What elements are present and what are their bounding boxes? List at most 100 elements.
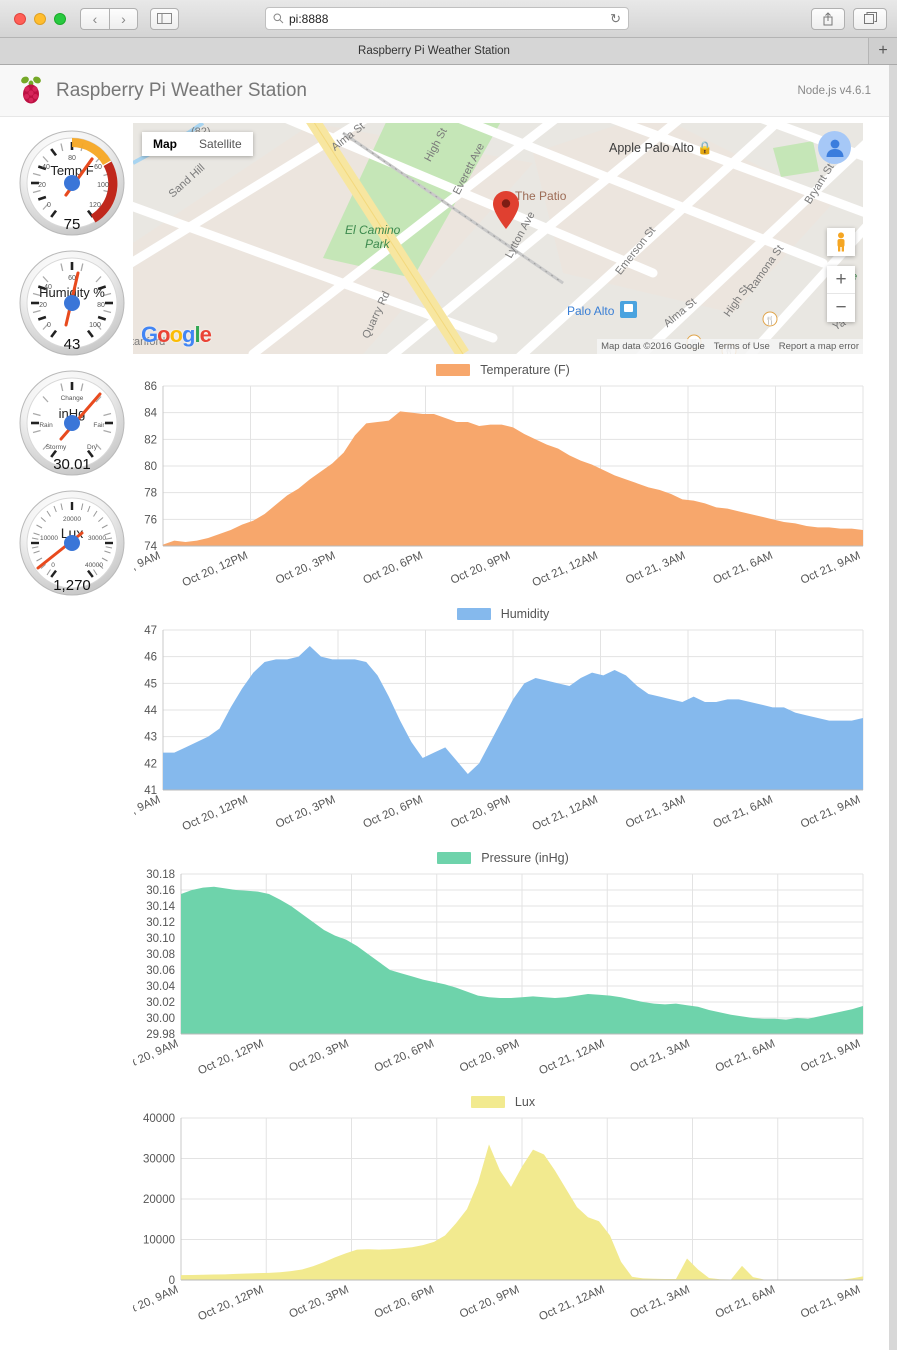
chevron-left-icon: ‹	[92, 10, 98, 27]
back-button[interactable]: ‹	[80, 7, 109, 30]
svg-text:Oct 20, 9PM: Oct 20, 9PM	[458, 1284, 521, 1321]
chart-canvas-humidity[interactable]: 41424344454647Oct 20, 9AMOct 20, 12PMOct…	[133, 624, 873, 848]
legend-label-lux: Lux	[514, 1095, 536, 1109]
svg-text:42: 42	[144, 758, 157, 770]
svg-text:44: 44	[144, 705, 157, 717]
chart-canvas-lux[interactable]: 010000200003000040000Oct 20, 9AM Oct 20, …	[133, 1112, 873, 1338]
tab-title: Raspberry Pi Weather Station	[358, 45, 510, 57]
address-bar[interactable]: pi:8888 ↻	[265, 7, 629, 30]
legend-temperature: Temperature (F)	[133, 360, 873, 380]
close-window-button[interactable]	[14, 12, 26, 25]
gauge-tick-80: 80	[68, 155, 76, 162]
svg-text:Oct 20, 9AM: Oct 20, 9AM	[133, 1284, 180, 1321]
svg-text:Oct 21, 6AM: Oct 21, 6AM	[714, 1284, 777, 1321]
zoom-out-button[interactable]: −	[827, 294, 855, 322]
gauge-column: 80 40 20 0 60 100 120 Temp F 75 60 40 20…	[16, 125, 134, 605]
terms-of-use-link[interactable]: Terms of Use	[714, 341, 770, 352]
maximize-window-button[interactable]	[54, 12, 66, 25]
gauge-tick-100: 100	[89, 322, 101, 329]
svg-text:Oct 20, 6PM: Oct 20, 6PM	[361, 550, 424, 587]
app-navbar: Raspberry Pi Weather Station Node.js v4.…	[0, 65, 889, 117]
map-data-credit: Map data ©2016 Google	[601, 341, 705, 352]
page-viewport: Raspberry Pi Weather Station Node.js v4.…	[0, 65, 897, 1350]
svg-text:80: 80	[144, 461, 157, 473]
share-icon	[823, 11, 833, 25]
svg-text:Oct 20, 6PM: Oct 20, 6PM	[373, 1038, 436, 1075]
svg-text:Oct 21, 3AM: Oct 21, 3AM	[624, 794, 687, 831]
svg-text:Oct 21, 12AM: Oct 21, 12AM	[537, 1038, 606, 1078]
map-type-switcher[interactable]: Map Satellite	[142, 132, 253, 156]
gauge-tick-0: 0	[47, 202, 51, 209]
search-icon	[273, 13, 284, 24]
svg-text:🍴: 🍴	[765, 315, 775, 325]
google-map[interactable]: 🍴 🍴 🍴 (82) Sand Hill Alma St	[133, 123, 863, 354]
svg-text:Oct 21, 6AM: Oct 21, 6AM	[711, 550, 774, 587]
svg-text:Oct 20, 12PM: Oct 20, 12PM	[196, 1284, 265, 1324]
sidebar-icon	[157, 13, 172, 24]
svg-text:40000: 40000	[143, 1113, 175, 1125]
browser-window: ‹ › pi:8888 ↻ Raspberry Pi Weather Stati…	[0, 0, 897, 1350]
street-view-pegman-button[interactable]	[827, 228, 855, 256]
gauge-tick-stormy: Stormy	[46, 444, 67, 451]
svg-text:Oct 20, 12PM: Oct 20, 12PM	[181, 550, 250, 590]
svg-text:10000: 10000	[143, 1235, 175, 1247]
show-sidebar-button[interactable]	[150, 7, 179, 30]
google-logo: Google	[141, 322, 212, 347]
map-type-map[interactable]: Map	[142, 132, 188, 156]
svg-text:Oct 20, 12PM: Oct 20, 12PM	[181, 794, 250, 834]
window-traffic-lights	[14, 12, 66, 25]
svg-text:30000: 30000	[143, 1154, 175, 1166]
gauge-tick-0: 0	[51, 562, 55, 569]
pegman-icon	[837, 232, 845, 252]
forward-button[interactable]: ›	[109, 7, 138, 30]
svg-text:30.08: 30.08	[146, 949, 175, 961]
reload-icon[interactable]: ↻	[610, 11, 621, 27]
gauge-tick-rain: Rain	[39, 422, 53, 429]
share-button[interactable]	[811, 7, 845, 30]
show-all-tabs-button[interactable]	[853, 7, 887, 30]
avatar[interactable]	[818, 131, 851, 164]
svg-text:76: 76	[144, 514, 157, 526]
svg-text:Oct 21, 12AM: Oct 21, 12AM	[531, 794, 600, 834]
browser-toolbar: ‹ › pi:8888 ↻	[0, 0, 897, 38]
chart-humidity: Humidity 41424344454647Oct 20, 9AMOct 20…	[133, 604, 873, 848]
svg-text:30.12: 30.12	[146, 917, 175, 929]
gauge-tick-change: Change	[61, 395, 84, 402]
map-zoom-controls[interactable]: + −	[827, 266, 855, 322]
svg-text:30.14: 30.14	[146, 901, 175, 913]
tab-raspberry-pi-weather-station[interactable]: Raspberry Pi Weather Station	[0, 38, 869, 64]
map-marker-icon[interactable]	[493, 191, 519, 229]
navigation-buttons: ‹ ›	[80, 7, 138, 30]
svg-text:Oct 20, 3PM: Oct 20, 3PM	[274, 794, 337, 831]
legend-swatch-humidity	[456, 608, 491, 620]
svg-text:Oct 21, 9AM: Oct 21, 9AM	[799, 550, 862, 587]
svg-text:30.02: 30.02	[146, 997, 175, 1009]
svg-text:Oct 20, 9PM: Oct 20, 9PM	[449, 550, 512, 587]
minimize-window-button[interactable]	[34, 12, 46, 25]
legend-label-temperature: Temperature (F)	[480, 363, 570, 377]
tab-bar: Raspberry Pi Weather Station +	[0, 38, 897, 65]
url-text[interactable]: pi:8888	[289, 12, 610, 26]
raspberry-pi-logo-icon	[21, 76, 41, 103]
gauge-value-temperature: 75	[64, 216, 81, 233]
legend-label-pressure: Pressure (inHg)	[481, 851, 569, 865]
svg-text:Oct 21, 9AM: Oct 21, 9AM	[799, 1038, 862, 1075]
gauge-tick-30000: 30000	[88, 535, 106, 542]
gauge-tick-20: 20	[39, 302, 47, 309]
legend-lux: Lux	[133, 1092, 873, 1112]
chart-canvas-temperature[interactable]: 74767880828486Oct 20, 9AMOct 20, 12PMOct…	[133, 380, 873, 604]
report-map-error-link[interactable]: Report a map error	[779, 341, 859, 352]
new-tab-button[interactable]: +	[869, 38, 897, 64]
gauge-tick-60: 60	[94, 164, 102, 171]
chart-canvas-pressure[interactable]: 29.9830.0030.0230.0430.0630.0830.1030.12…	[133, 868, 873, 1092]
page-title: Raspberry Pi Weather Station	[56, 79, 307, 101]
map-type-satellite[interactable]: Satellite	[188, 132, 253, 156]
svg-text:Oct 20, 3PM: Oct 20, 3PM	[287, 1284, 350, 1321]
zoom-in-button[interactable]: +	[827, 266, 855, 294]
svg-text:30.18: 30.18	[146, 869, 175, 881]
legend-swatch-pressure	[437, 852, 472, 864]
charts-container: Temperature (F) 74767880828486Oct 20, 9A…	[133, 360, 873, 1338]
svg-text:46: 46	[144, 652, 157, 664]
legend-humidity: Humidity	[133, 604, 873, 624]
gauge-value-humidity: 43	[64, 336, 81, 353]
